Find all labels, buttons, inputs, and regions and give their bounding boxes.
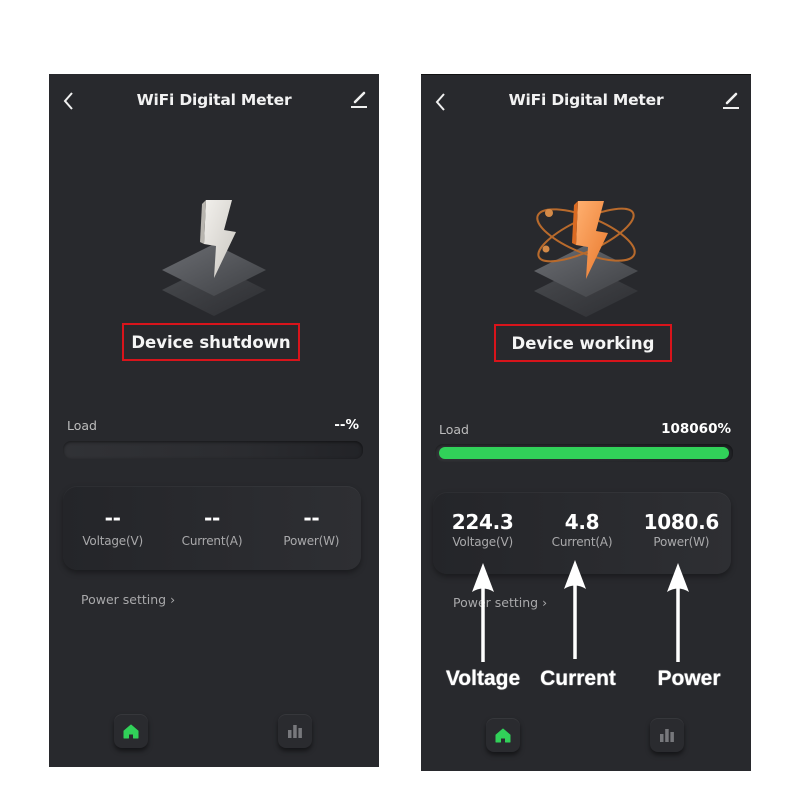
- current-arrow: [564, 560, 586, 659]
- power-annotation: Power: [657, 667, 721, 690]
- current-annotation: Current: [540, 667, 616, 690]
- power-arrow: [667, 563, 689, 662]
- voltage-annotation: Voltage: [445, 667, 521, 690]
- voltage-arrow: [472, 563, 494, 662]
